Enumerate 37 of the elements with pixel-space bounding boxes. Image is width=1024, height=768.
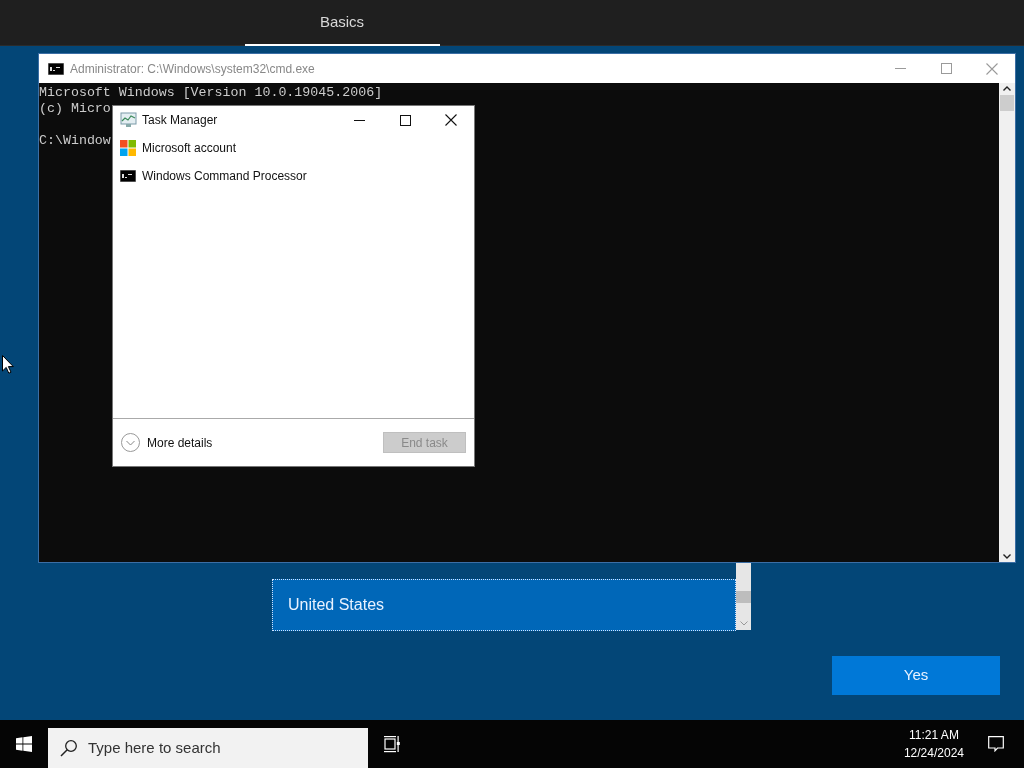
console-icon xyxy=(48,62,64,75)
chevron-up-icon xyxy=(1003,86,1011,91)
console-line: C:\Window xyxy=(39,133,111,149)
monitor-graph-icon xyxy=(120,112,137,128)
mouse-pointer-icon xyxy=(2,355,14,374)
clock-time: 11:21 AM xyxy=(909,727,959,744)
chevron-down-icon xyxy=(121,433,140,452)
close-icon xyxy=(445,114,457,126)
console-line: Microsoft Windows [Version 10.0.19045.2006] xyxy=(39,85,383,101)
window-title: Task Manager xyxy=(142,112,218,129)
app-list-item[interactable]: Microsoft account xyxy=(113,134,474,162)
search-icon xyxy=(60,739,78,757)
scrollbar[interactable] xyxy=(736,563,751,630)
minimize-icon xyxy=(353,119,365,121)
chevron-down-icon xyxy=(1003,554,1011,559)
maximize-icon xyxy=(940,63,952,74)
windows-logo-icon xyxy=(16,736,32,752)
maximize-icon xyxy=(399,114,411,126)
yes-button[interactable]: Yes xyxy=(832,656,1000,695)
clock-date: 12/24/2024 xyxy=(903,745,964,762)
scrollbar[interactable] xyxy=(999,83,1015,562)
more-details-button[interactable]: More details xyxy=(121,433,213,452)
speech-bubble-icon xyxy=(988,736,1004,752)
list-item[interactable]: United States xyxy=(272,579,736,631)
app-list-item[interactable]: Windows Command Processor xyxy=(113,162,474,190)
task-view-icon xyxy=(384,735,400,753)
chevron-down-icon xyxy=(739,621,748,626)
console-line: (c) Micro xyxy=(39,101,111,117)
tab[interactable]: Basics xyxy=(244,0,440,46)
scroll-thumb[interactable] xyxy=(1000,95,1014,111)
scroll-thumb[interactable] xyxy=(736,591,751,603)
close-icon xyxy=(986,62,998,75)
search-field[interactable]: Type here to search xyxy=(48,728,368,768)
minimize-icon xyxy=(894,68,906,69)
four-squares-icon xyxy=(120,140,136,156)
console-icon xyxy=(120,170,136,182)
window-title: Administrator: C:\Windows\system32\cmd.exe xyxy=(70,60,315,78)
